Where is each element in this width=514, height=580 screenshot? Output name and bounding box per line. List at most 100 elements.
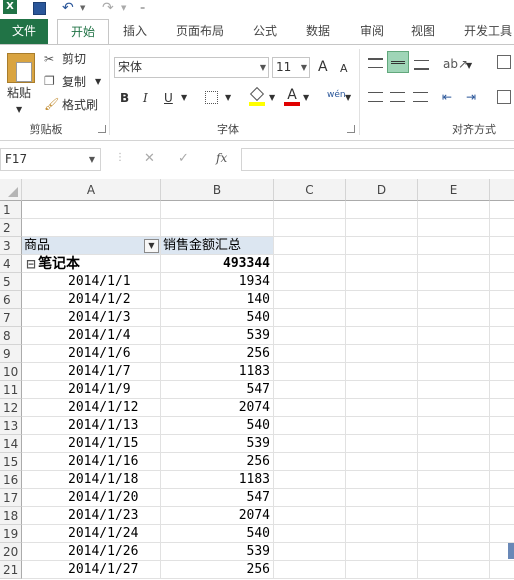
pivot-row-date[interactable]: 2014/1/18 (22, 471, 161, 489)
tab-data[interactable]: 数据 (296, 19, 340, 44)
grid-cell[interactable] (274, 255, 346, 273)
row-header-18[interactable]: 18 (0, 507, 22, 525)
grid-cell[interactable] (490, 255, 514, 273)
grid-cell[interactable] (274, 291, 346, 309)
customize-qat-icon[interactable]: ₌ (140, 0, 145, 16)
pivot-row-date[interactable]: 2014/1/6 (22, 345, 161, 363)
increase-indent-icon[interactable]: ⇥ (466, 89, 476, 105)
pivot-filter-dropdown-button[interactable]: ▼ (144, 239, 159, 253)
font-size-select[interactable]: 11 ▼ (272, 57, 310, 78)
pivot-row-value[interactable]: 256 (161, 345, 274, 363)
grid-cell[interactable] (274, 327, 346, 345)
row-header-1[interactable]: 1 (0, 201, 22, 219)
redo-dropdown-icon[interactable]: ▼ (121, 0, 126, 16)
grid-cell[interactable] (274, 345, 346, 363)
grid-cell[interactable] (418, 543, 490, 561)
grid-cell[interactable] (490, 291, 514, 309)
pivot-row-value[interactable]: 256 (161, 453, 274, 471)
undo-icon[interactable]: ↶ (62, 0, 74, 16)
column-header-d[interactable]: D (346, 179, 418, 201)
pivot-row-value[interactable]: 539 (161, 327, 274, 345)
grid-cell[interactable] (346, 507, 418, 525)
grid-cell[interactable] (346, 471, 418, 489)
row-header-17[interactable]: 17 (0, 489, 22, 507)
grid-cell[interactable] (346, 381, 418, 399)
collapse-icon[interactable]: ⊟ (26, 257, 36, 271)
enter-formula-icon[interactable]: ✓ (178, 151, 189, 166)
row-header-6[interactable]: 6 (0, 291, 22, 309)
pivot-row-value[interactable]: 1183 (161, 363, 274, 381)
grid-cell[interactable] (274, 435, 346, 453)
save-icon[interactable] (33, 2, 46, 15)
pivot-header-sales[interactable]: 销售金额汇总 (161, 237, 274, 255)
clipboard-dialog-launcher-icon[interactable] (98, 125, 106, 133)
row-header-5[interactable]: 5 (0, 273, 22, 291)
grid-cell[interactable] (346, 435, 418, 453)
column-header-a[interactable]: A (22, 179, 161, 201)
shrink-font-button[interactable]: A (340, 61, 348, 77)
grid-cell[interactable] (346, 525, 418, 543)
font-color-dropdown-icon[interactable]: ▼ (303, 90, 309, 106)
pivot-row-value[interactable]: 547 (161, 381, 274, 399)
column-header-e[interactable]: E (418, 179, 490, 201)
grid-cell[interactable] (346, 327, 418, 345)
fill-color-dropdown-icon[interactable]: ▼ (269, 90, 275, 106)
grid-cell[interactable] (490, 525, 514, 543)
row-header-3[interactable]: 3 (0, 237, 22, 255)
grid-cell[interactable] (346, 363, 418, 381)
row-header-7[interactable]: 7 (0, 309, 22, 327)
grid-cell[interactable] (274, 399, 346, 417)
align-left-icon[interactable] (368, 92, 383, 102)
paste-dropdown-icon[interactable]: ▼ (16, 102, 22, 118)
copy-button[interactable]: 复制 (62, 74, 86, 90)
name-box[interactable]: F17 ▼ (0, 148, 101, 171)
pivot-row-value[interactable]: 1934 (161, 273, 274, 291)
grid-cell[interactable] (418, 363, 490, 381)
pivot-row-date[interactable]: 2014/1/23 (22, 507, 161, 525)
pivot-row-date[interactable]: 2014/1/27 (22, 561, 161, 579)
align-middle-icon[interactable] (387, 51, 409, 73)
grid-cell[interactable] (490, 435, 514, 453)
grid-cell[interactable] (418, 381, 490, 399)
underline-dropdown-icon[interactable]: ▼ (181, 90, 187, 106)
grid-cell[interactable] (274, 561, 346, 579)
decrease-indent-icon[interactable]: ⇤ (442, 89, 452, 105)
tab-developer[interactable]: 开发工具 (455, 19, 514, 44)
grid-cell[interactable] (274, 417, 346, 435)
grid-cell[interactable] (346, 417, 418, 435)
tab-file[interactable]: 文件 (0, 19, 48, 44)
row-header-21[interactable]: 21 (0, 561, 22, 579)
pivot-row-value[interactable]: 140 (161, 291, 274, 309)
grid-cell[interactable] (418, 525, 490, 543)
grid-cell[interactable] (346, 309, 418, 327)
underline-button[interactable]: U (164, 90, 173, 106)
tab-insert[interactable]: 插入 (113, 19, 157, 44)
pivot-row-value[interactable]: 2074 (161, 399, 274, 417)
tab-home[interactable]: 开始 (57, 19, 109, 44)
grid-cell[interactable] (490, 273, 514, 291)
pivot-row-date[interactable]: 2014/1/24 (22, 525, 161, 543)
align-center-icon[interactable] (390, 92, 405, 102)
paste-icon[interactable] (7, 53, 35, 83)
pivot-row-date[interactable]: 2014/1/16 (22, 453, 161, 471)
tab-view[interactable]: 视图 (401, 19, 445, 44)
pivot-row-value[interactable]: 539 (161, 435, 274, 453)
grid-cell[interactable] (418, 507, 490, 525)
grid-cell[interactable] (418, 219, 490, 237)
grid-cell[interactable] (274, 237, 346, 255)
grid-cell[interactable] (490, 561, 514, 579)
cancel-formula-icon[interactable]: ✕ (144, 151, 155, 166)
column-header-c[interactable]: C (274, 179, 346, 201)
row-header-11[interactable]: 11 (0, 381, 22, 399)
grid-cell[interactable] (418, 309, 490, 327)
grid-cell[interactable] (490, 363, 514, 381)
grid-cell[interactable] (274, 219, 346, 237)
grid-cell[interactable] (418, 327, 490, 345)
pivot-row-value[interactable]: 2074 (161, 507, 274, 525)
wrap-text-icon[interactable] (497, 55, 511, 69)
pivot-row-date[interactable]: 2014/1/26 (22, 543, 161, 561)
pivot-row-date[interactable]: 2014/1/2 (22, 291, 161, 309)
column-header-partial[interactable] (490, 179, 514, 201)
copy-dropdown-icon[interactable]: ▼ (95, 74, 101, 90)
grid-cell[interactable] (418, 417, 490, 435)
